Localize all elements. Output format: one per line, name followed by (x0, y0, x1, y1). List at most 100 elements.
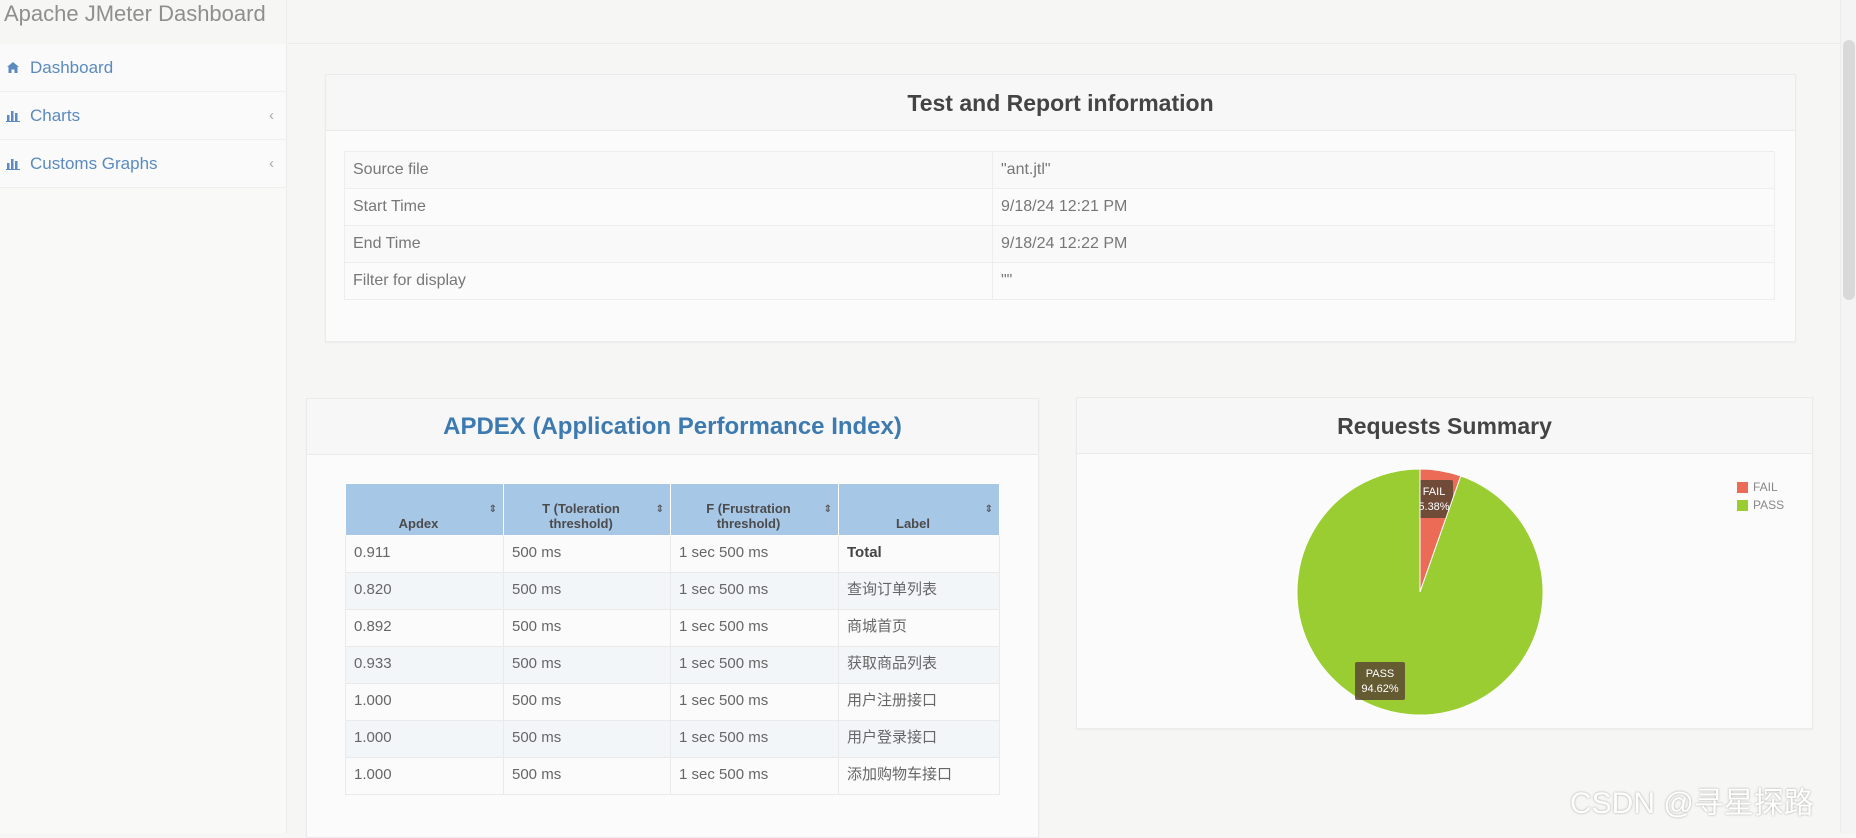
sampler-label: 查询订单列表 (838, 572, 1000, 610)
column-header-apdex[interactable]: Apdex ⇕ (345, 483, 504, 536)
app-title: Apache JMeter Dashboard (0, 0, 286, 44)
apdex-value: 0.892 (345, 609, 504, 647)
sampler-label: Total (838, 535, 1000, 573)
table-row: 0.892 500 ms 1 sec 500 ms 商城首页 (345, 609, 1000, 647)
apdex-table: Apdex ⇕ T (Toleration threshold) ⇕ F (Frus… (345, 483, 1000, 795)
sidebar-item-custom-graphs[interactable]: Customs Graphs ‹ (0, 140, 286, 188)
legend-label: PASS (1753, 498, 1785, 512)
chevron-left-icon[interactable]: ‹ (269, 155, 274, 172)
frustration-value: 1 sec 500 ms (670, 646, 839, 684)
table-row: Filter for display "" (344, 262, 1775, 300)
legend-item-fail[interactable]: FAIL (1737, 478, 1784, 496)
info-value: 9/18/24 12:22 PM (992, 225, 1775, 263)
apdex-title: APDEX (Application Performance Index) (307, 399, 1038, 455)
info-label: End Time (344, 225, 993, 263)
pie-data-label-text: 94.62% (1361, 683, 1399, 695)
column-header-label: T (Toleration threshold) (542, 501, 620, 531)
toleration-value: 500 ms (503, 535, 671, 573)
legend-swatch (1737, 481, 1748, 493)
table-row: End Time 9/18/24 12:22 PM (344, 225, 1775, 263)
sort-icon[interactable]: ⇕ (656, 504, 664, 515)
apdex-value: 0.820 (345, 572, 504, 610)
apdex-value: 1.000 (345, 757, 504, 795)
column-header-toleration[interactable]: T (Toleration threshold) ⇕ (503, 483, 671, 536)
watermark: CSDN @寻星探路 (1570, 787, 1814, 820)
bar-chart-icon (6, 156, 24, 172)
frustration-value: 1 sec 500 ms (670, 535, 839, 573)
sampler-label: 用户登录接口 (838, 720, 1000, 758)
apdex-value: 1.000 (345, 683, 504, 721)
frustration-value: 1 sec 500 ms (670, 757, 839, 795)
apdex-value: 0.911 (345, 535, 504, 573)
toleration-value: 500 ms (503, 683, 671, 721)
table-row: 0.820 500 ms 1 sec 500 ms 查询订单列表 (345, 572, 1000, 610)
sampler-label: 获取商品列表 (838, 646, 1000, 684)
info-label: Filter for display (344, 262, 993, 300)
info-label: Start Time (344, 188, 993, 226)
bar-chart-icon (6, 108, 24, 124)
pie-slice-pass[interactable] (1296, 468, 1544, 716)
vertical-scrollbar[interactable] (1840, 0, 1856, 833)
requests-summary-title: Requests Summary (1077, 398, 1812, 454)
sort-icon[interactable]: ⇕ (489, 504, 497, 515)
requests-summary-pie-chart[interactable]: FAIL 5.38% PASS 94.62% (1077, 454, 1812, 728)
top-bar (288, 0, 1840, 44)
table-row: 1.000 500 ms 1 sec 500 ms 添加购物车接口 (345, 757, 1000, 795)
column-header-label: Label (896, 516, 930, 531)
report-info-title: Test and Report information (326, 75, 1795, 131)
column-header-label: Apdex (398, 516, 439, 531)
dashboard-icon (6, 60, 24, 76)
column-header-label: F (Frustration threshold) (706, 501, 791, 531)
report-info-table: Source file "ant.jtl" Start Time 9/18/24… (344, 151, 1775, 300)
sidebar-item-dashboard[interactable]: Dashboard (0, 44, 286, 92)
sidebar-item-label: Dashboard (30, 57, 114, 77)
legend-label: FAIL (1753, 480, 1778, 494)
table-row: 1.000 500 ms 1 sec 500 ms 用户注册接口 (345, 683, 1000, 721)
column-header-label-col[interactable]: Label ⇕ (838, 483, 1000, 536)
sampler-label: 添加购物车接口 (838, 757, 1000, 795)
info-value: "" (992, 262, 1775, 300)
pie-data-label-text: 5.38% (1418, 501, 1449, 513)
sidebar: Apache JMeter Dashboard Dashboard Charts… (0, 0, 287, 833)
table-header-row: Apdex ⇕ T (Toleration threshold) ⇕ F (Frus… (345, 483, 1000, 536)
pie-data-label-pass: PASS 94.62% (1355, 662, 1405, 700)
info-value: "ant.jtl" (992, 151, 1775, 189)
table-row: 1.000 500 ms 1 sec 500 ms 用户登录接口 (345, 720, 1000, 758)
sampler-label: 用户注册接口 (838, 683, 1000, 721)
sort-icon[interactable]: ⇕ (824, 504, 832, 515)
toleration-value: 500 ms (503, 572, 671, 610)
chart-legend: FAIL PASS (1737, 478, 1784, 514)
toleration-value: 500 ms (503, 646, 671, 684)
legend-swatch (1737, 499, 1748, 511)
frustration-value: 1 sec 500 ms (670, 609, 839, 647)
table-row: 0.911 500 ms 1 sec 500 ms Total (345, 535, 1000, 573)
toleration-value: 500 ms (503, 720, 671, 758)
scrollbar-thumb[interactable] (1843, 40, 1855, 300)
apdex-value: 1.000 (345, 720, 504, 758)
report-info-panel: Test and Report information Source file … (325, 74, 1796, 342)
info-value: 9/18/24 12:21 PM (992, 188, 1775, 226)
pie-data-label-text: PASS (1366, 668, 1395, 680)
table-row: 0.933 500 ms 1 sec 500 ms 获取商品列表 (345, 646, 1000, 684)
toleration-value: 500 ms (503, 609, 671, 647)
sidebar-item-label: Charts (30, 105, 81, 125)
pie-data-label-text: FAIL (1423, 486, 1446, 498)
frustration-value: 1 sec 500 ms (670, 683, 839, 721)
requests-summary-panel: Requests Summary FAIL 5.38% PASS 94.62% FAI… (1076, 397, 1813, 729)
pie-data-label-fail: FAIL 5.38% (1415, 480, 1453, 518)
sampler-label: 商城首页 (838, 609, 1000, 647)
info-label: Source file (344, 151, 993, 189)
apdex-value: 0.933 (345, 646, 504, 684)
sidebar-item-charts[interactable]: Charts ‹ (0, 92, 286, 140)
sort-icon[interactable]: ⇕ (985, 504, 993, 515)
sidebar-nav: Dashboard Charts ‹ Customs Graphs ‹ (0, 44, 286, 188)
frustration-value: 1 sec 500 ms (670, 720, 839, 758)
frustration-value: 1 sec 500 ms (670, 572, 839, 610)
chevron-left-icon[interactable]: ‹ (269, 107, 274, 124)
legend-item-pass[interactable]: PASS (1737, 496, 1784, 514)
toleration-value: 500 ms (503, 757, 671, 795)
apdex-panel: APDEX (Application Performance Index) Ap… (306, 398, 1039, 838)
sidebar-item-label: Customs Graphs (30, 153, 158, 173)
table-row: Source file "ant.jtl" (344, 151, 1775, 189)
column-header-frustration[interactable]: F (Frustration threshold) ⇕ (670, 483, 839, 536)
